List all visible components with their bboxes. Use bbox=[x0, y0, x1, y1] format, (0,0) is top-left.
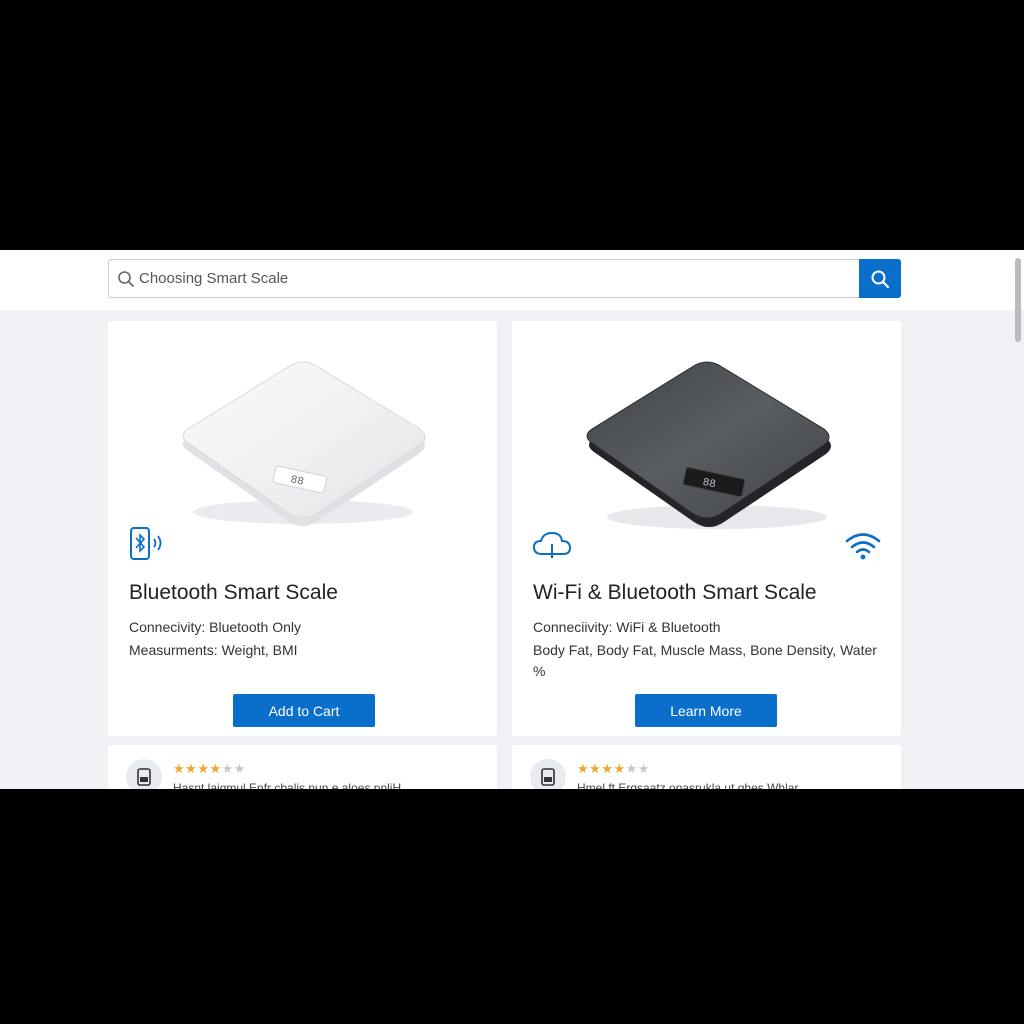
review-card: ★★★★★★ Hasnt laigmul Enfr cbalis nun e a… bbox=[108, 745, 497, 789]
star-icon: ★ bbox=[589, 761, 602, 776]
review-text: Hasnt laigmul Enfr cbalis nun e aloes pn… bbox=[173, 781, 402, 789]
star-rating: ★★★★★★ bbox=[173, 761, 246, 777]
cloud-icon bbox=[532, 531, 572, 558]
star-icon: ★ bbox=[185, 761, 198, 776]
page-viewport: 88 Bluetooth Smart Scale Connecivity: Bl… bbox=[0, 250, 1024, 789]
search-icon bbox=[871, 270, 890, 288]
review-text: Hmel ft Ergsaatz onasrukla ut ghes Whlar bbox=[577, 781, 799, 789]
star-icon: ★ bbox=[173, 761, 186, 776]
dark-scale-image: 88 bbox=[586, 361, 831, 529]
star-icon: ★ bbox=[221, 761, 234, 776]
bluetooth-icon bbox=[130, 527, 162, 560]
star-icon: ★ bbox=[613, 761, 626, 776]
search-button[interactable] bbox=[859, 259, 901, 298]
search-input[interactable] bbox=[139, 260, 857, 297]
star-icon: ★ bbox=[233, 761, 246, 776]
scrollbar[interactable] bbox=[1014, 256, 1022, 786]
star-rating: ★★★★★★ bbox=[577, 761, 650, 777]
star-icon: ★ bbox=[209, 761, 222, 776]
spec-measurements: Body Fat, Body Fat, Muscle Mass, Bone De… bbox=[533, 642, 877, 679]
scale-avatar-icon bbox=[541, 768, 555, 786]
wifi-icon bbox=[845, 533, 881, 560]
spec-connectivity: Conneciivity: WiFi & Bluetooth bbox=[533, 619, 721, 635]
star-icon: ★ bbox=[625, 761, 638, 776]
product-card-bluetooth: 88 Bluetooth Smart Scale Connecivity: Bl… bbox=[108, 321, 497, 736]
scale-avatar-icon bbox=[137, 768, 151, 786]
add-to-cart-button[interactable]: Add to Cart bbox=[233, 694, 375, 727]
product-title: Bluetooth Smart Scale bbox=[129, 581, 338, 604]
star-icon: ★ bbox=[577, 761, 590, 776]
star-icon: ★ bbox=[601, 761, 614, 776]
learn-more-button[interactable]: Learn More bbox=[635, 694, 777, 727]
search-box[interactable] bbox=[108, 259, 901, 298]
star-icon: ★ bbox=[197, 761, 210, 776]
product-card-wifi-bluetooth: 88 Wi-Fi & Bluetooth Smart Scale Conneci… bbox=[512, 321, 901, 736]
scrollbar-thumb[interactable] bbox=[1015, 258, 1021, 342]
spec-connectivity: Connecivity: Bluetooth Only bbox=[129, 619, 301, 635]
avatar bbox=[126, 759, 162, 789]
white-scale-image: 88 bbox=[182, 361, 426, 526]
spec-measurements: Measurments: Weight, BMI bbox=[129, 642, 298, 658]
avatar bbox=[530, 759, 566, 789]
search-header bbox=[0, 250, 1024, 310]
product-title: Wi-Fi & Bluetooth Smart Scale bbox=[533, 581, 817, 604]
search-icon bbox=[118, 271, 134, 287]
star-icon: ★ bbox=[637, 761, 650, 776]
review-card: ★★★★★★ Hmel ft Ergsaatz onasrukla ut ghe… bbox=[512, 745, 901, 789]
